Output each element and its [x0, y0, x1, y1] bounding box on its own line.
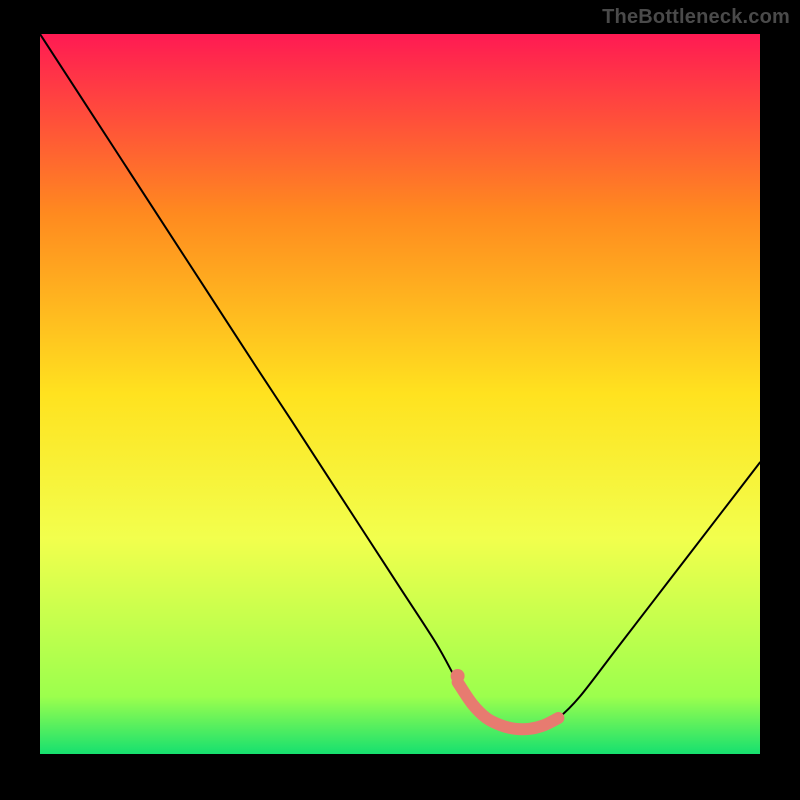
chart-stage: TheBottleneck.com	[0, 0, 800, 800]
gradient-background	[40, 34, 760, 754]
watermark-text: TheBottleneck.com	[602, 6, 790, 29]
highlight-start-dot	[451, 669, 465, 683]
plot-area	[40, 34, 760, 754]
plot-svg	[40, 34, 760, 754]
